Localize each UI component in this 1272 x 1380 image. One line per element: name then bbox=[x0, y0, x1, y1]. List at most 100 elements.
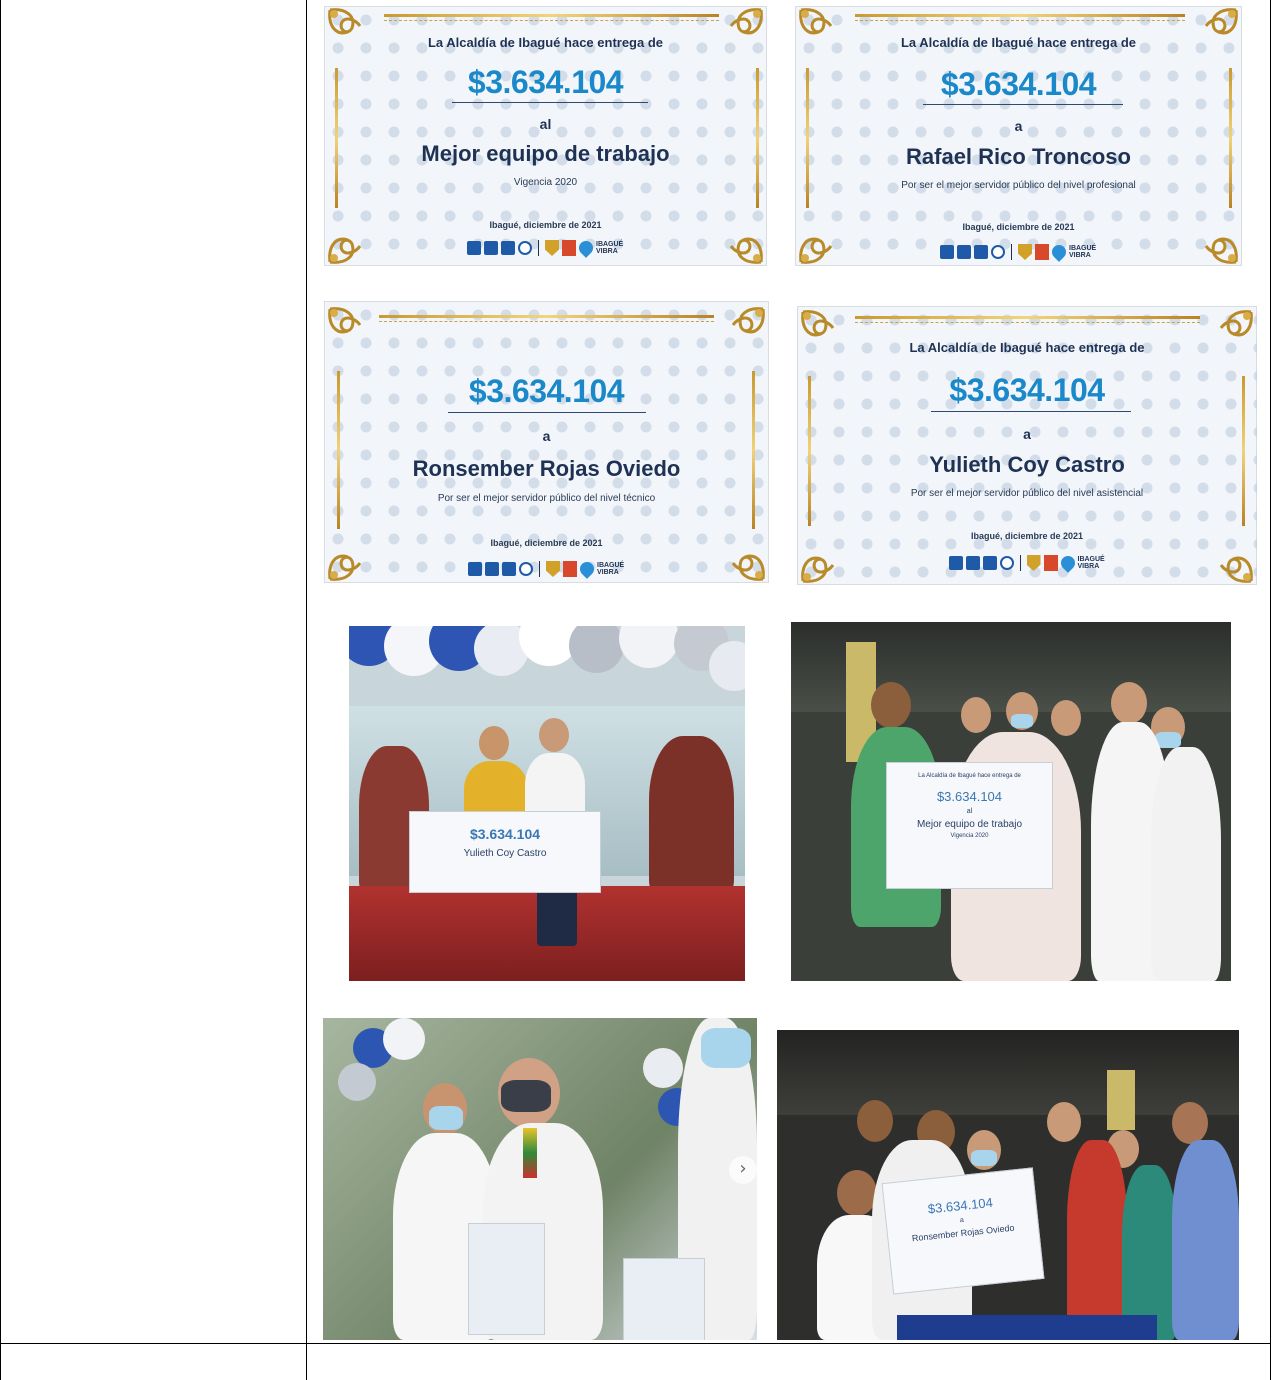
held-diploma bbox=[468, 1223, 545, 1335]
held-certificate-banner: La Alcaldía de Ibagué hace entrega de $3… bbox=[886, 762, 1053, 889]
certificate-recipient: Rafael Rico Troncoso bbox=[906, 144, 1131, 169]
santa-decoration bbox=[649, 736, 734, 896]
certificate-heading: La Alcaldía de Ibagué hace entrega de bbox=[900, 35, 1137, 50]
medal-ribbon bbox=[523, 1128, 537, 1178]
logo-icon bbox=[991, 245, 1005, 259]
held-certificate-banner: $3.634.104 a Ronsember Rojas Oviedo bbox=[881, 1167, 1045, 1295]
shield-icon bbox=[546, 561, 560, 577]
map-pin-icon bbox=[1057, 553, 1078, 573]
logo-icon bbox=[563, 561, 577, 577]
certificate-reason: Vigencia 2020 bbox=[513, 177, 578, 188]
logo-separator bbox=[538, 240, 539, 256]
event-photo: $3.634.104 Yulieth Coy Castro bbox=[349, 626, 745, 981]
logo-icon bbox=[484, 241, 498, 255]
banner-prep: al bbox=[966, 808, 973, 815]
logo-icon bbox=[1043, 555, 1058, 571]
certificate-reason: Por ser el mejor servidor público del ni… bbox=[910, 488, 1144, 499]
banner-heading: La Alcaldía de Ibagué hace entrega de bbox=[918, 773, 1021, 779]
table-surface bbox=[897, 1315, 1157, 1340]
logo-icon bbox=[974, 245, 988, 259]
logo-separator bbox=[1019, 555, 1021, 571]
certificate-recipient: Yulieth Coy Castro bbox=[929, 452, 1125, 477]
event-photo: $3.634.104 a Ronsember Rojas Oviedo bbox=[777, 1030, 1239, 1340]
face-mask bbox=[429, 1106, 463, 1130]
balloon bbox=[383, 1018, 425, 1060]
banner-sub: Vigencia 2020 bbox=[950, 833, 989, 839]
person-head bbox=[1172, 1102, 1208, 1144]
person bbox=[1122, 1165, 1177, 1340]
logo-icon bbox=[948, 556, 963, 570]
logo-icon bbox=[999, 556, 1014, 570]
logo-icon bbox=[485, 562, 499, 576]
photo-ceiling bbox=[777, 1030, 1239, 1115]
shield-icon bbox=[1026, 555, 1041, 571]
logo-icon bbox=[1035, 244, 1049, 260]
ibague-vibra-logo: IBAGUÉ VIBRA bbox=[597, 562, 625, 576]
person-head bbox=[961, 697, 991, 733]
amount-underline bbox=[931, 411, 1131, 412]
amount-underline bbox=[448, 412, 646, 413]
ibague-vibra-logo: IBAGUÉ VIBRA bbox=[1069, 245, 1097, 259]
balloon bbox=[643, 1048, 683, 1088]
certificate-logos: IBAGUÉ VIBRA bbox=[797, 553, 1257, 573]
banner-name: Yulieth Coy Castro bbox=[463, 848, 547, 859]
logo-separator bbox=[539, 561, 540, 577]
gold-border-top bbox=[384, 14, 719, 17]
held-diploma bbox=[623, 1258, 705, 1340]
certificate-amount: $3.634.104 bbox=[940, 66, 1097, 102]
person bbox=[1172, 1140, 1239, 1340]
person-head bbox=[479, 726, 509, 760]
certificate-amount: $3.634.104 bbox=[467, 64, 624, 100]
balloon bbox=[619, 626, 679, 668]
certificate-card: La Alcaldía de Ibagué hace entrega de $3… bbox=[797, 306, 1257, 585]
shield-icon bbox=[1018, 244, 1032, 260]
certificate-recipient: Mejor equipo de trabajo bbox=[421, 141, 670, 166]
person-head bbox=[837, 1170, 877, 1216]
certificate-card: $3.634.104 a Ronsember Rojas Oviedo Por … bbox=[324, 301, 769, 583]
logo-icon bbox=[467, 241, 481, 255]
certificate-preposition: a bbox=[1023, 426, 1031, 442]
event-photo: › bbox=[323, 1018, 757, 1340]
certificate-amount: $3.634.104 bbox=[468, 373, 625, 409]
column bbox=[1107, 1070, 1135, 1130]
certificate-card: La Alcaldía de Ibagué hace entrega de $3… bbox=[795, 6, 1242, 266]
banner-name: Mejor equipo de trabajo bbox=[916, 819, 1023, 830]
banner-amount: $3.634.104 bbox=[469, 826, 541, 842]
certificate-recipient: Ronsember Rojas Oviedo bbox=[412, 456, 681, 481]
person-head bbox=[871, 682, 911, 728]
face-mask bbox=[971, 1150, 997, 1166]
logo-icon bbox=[502, 562, 516, 576]
certificate-heading: La Alcaldía de Ibagué hace entrega de bbox=[427, 35, 664, 50]
logo-icon bbox=[982, 556, 997, 570]
table-right-border bbox=[1270, 0, 1271, 1380]
chevron-right-icon[interactable]: › bbox=[729, 1156, 757, 1184]
face-mask bbox=[701, 1028, 751, 1068]
amount-underline bbox=[923, 104, 1123, 105]
event-photo: La Alcaldía de Ibagué hace entrega de $3… bbox=[791, 622, 1231, 981]
logo-icon bbox=[518, 241, 532, 255]
map-pin-icon bbox=[576, 238, 596, 258]
gold-dash bbox=[855, 322, 1200, 323]
certificate-logos: IBAGUÉ VIBRA bbox=[324, 559, 769, 579]
balloon bbox=[569, 626, 624, 673]
certificate-preposition: a bbox=[542, 428, 551, 444]
logo-icon bbox=[957, 245, 971, 259]
table-row-divider bbox=[0, 1343, 1271, 1344]
ornament-corner-icon bbox=[731, 307, 765, 334]
ibague-vibra-logo: IBAGUÉ VIBRA bbox=[1077, 556, 1105, 570]
logo-icon bbox=[562, 240, 576, 256]
balloon bbox=[709, 641, 745, 691]
ornament-corner-icon bbox=[328, 307, 362, 334]
amount-underline bbox=[452, 102, 648, 103]
gold-dash bbox=[379, 321, 714, 322]
certificate-logos: IBAGUÉ VIBRA bbox=[324, 238, 767, 258]
certificate-reason: Por ser el mejor servidor público del ni… bbox=[901, 180, 1136, 191]
logo-icon bbox=[519, 562, 533, 576]
person bbox=[1151, 747, 1221, 981]
certificate-preposition: al bbox=[539, 116, 552, 132]
certificate-card: La Alcaldía de Ibagué hace entrega de $3… bbox=[324, 6, 767, 266]
certificate-date: Ibagué, diciembre de 2021 bbox=[490, 538, 603, 548]
gold-dash bbox=[855, 20, 1185, 21]
person-head bbox=[539, 718, 569, 752]
table-left-col-border bbox=[0, 0, 1, 1380]
